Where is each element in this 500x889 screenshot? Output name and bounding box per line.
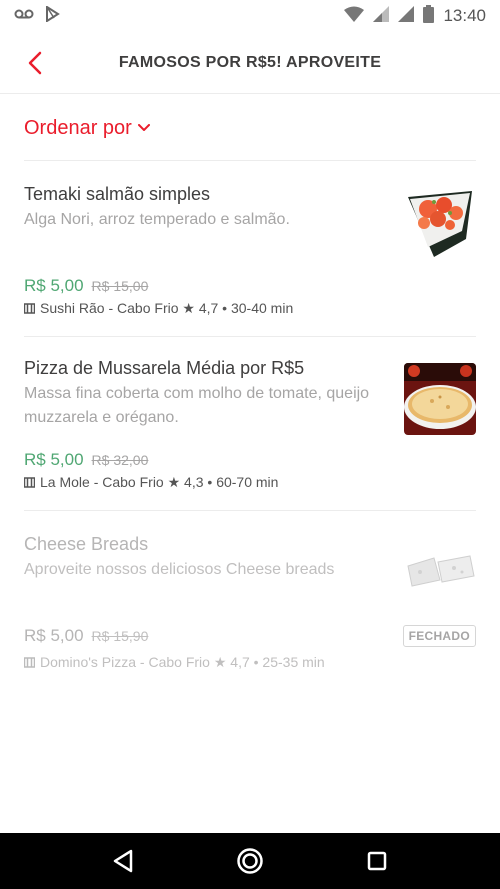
circle-home-icon	[237, 848, 263, 874]
store-info: La Mole - Cabo Frio ★ 4,3 • 60-70 min	[24, 474, 278, 491]
store-text: Domino's Pizza - Cabo Frio ★ 4,7 • 25-35…	[40, 654, 325, 670]
wifi-icon	[344, 6, 365, 27]
page-title: FAMOSOS POR R$5! APROVEITE	[118, 53, 382, 71]
app-header: FAMOSOS POR R$5! APROVEITE	[0, 32, 500, 94]
price-row: R$ 5,00 R$ 15,00	[24, 276, 148, 296]
list-item[interactable]: Cheese Breads Aproveite nossos delicioso…	[24, 532, 476, 682]
store-icon	[24, 303, 35, 314]
item-price: R$ 5,00	[24, 626, 84, 645]
item-image	[404, 536, 476, 608]
store-icon	[24, 477, 35, 488]
signal-icon-2	[398, 5, 415, 27]
nav-recents-button[interactable]	[357, 841, 397, 881]
voicemail-icon	[14, 7, 34, 25]
item-description: Massa fina coberta com molho de tomate, …	[24, 385, 370, 426]
signal-icon-1	[373, 5, 390, 27]
battery-icon	[423, 4, 435, 28]
play-store-icon	[44, 4, 60, 27]
chevron-left-icon	[28, 51, 42, 75]
divider	[24, 336, 476, 337]
back-button[interactable]	[18, 46, 52, 80]
item-price: R$ 5,00	[24, 276, 84, 295]
price-row: R$ 5,00 R$ 32,00	[24, 450, 148, 470]
square-recents-icon	[367, 851, 386, 871]
item-old-price: R$ 15,90	[91, 628, 149, 644]
store-info: Sushi Rão - Cabo Frio ★ 4,7 • 30-40 min	[24, 300, 293, 317]
store-text: Sushi Rão - Cabo Frio ★ 4,7 • 30-40 min	[40, 300, 294, 316]
triangle-back-icon	[114, 849, 133, 873]
item-old-price: R$ 32,00	[91, 452, 149, 468]
item-old-price: R$ 15,00	[91, 278, 149, 294]
item-price: R$ 5,00	[24, 450, 84, 469]
nav-home-button[interactable]	[230, 841, 270, 881]
item-description: Aproveite nossos deliciosos Cheese bread…	[24, 561, 335, 578]
nav-back-button[interactable]	[103, 841, 143, 881]
status-bar: 13:40	[0, 0, 500, 32]
system-nav-bar	[0, 833, 500, 889]
store-info: Domino's Pizza - Cabo Frio ★ 4,7 • 25-35…	[24, 654, 325, 671]
item-image	[404, 363, 476, 435]
divider	[24, 510, 476, 511]
store-icon	[24, 657, 35, 668]
list-item[interactable]: Temaki salmão simples Alga Nori, arroz t…	[24, 182, 476, 337]
status-badge: FECHADO	[402, 625, 476, 647]
list-item[interactable]: Pizza de Mussarela Média por R$5 Massa f…	[24, 356, 476, 511]
chevron-down-icon	[137, 124, 150, 131]
price-row: R$ 5,00 R$ 15,90	[24, 626, 148, 646]
sort-label: Ordenar por	[24, 116, 132, 139]
item-image	[404, 187, 476, 259]
sort-dropdown[interactable]: Ordenar por	[24, 110, 150, 146]
item-description: Alga Nori, arroz temperado e salmão.	[24, 211, 290, 228]
divider	[24, 160, 476, 161]
store-text: La Mole - Cabo Frio ★ 4,3 • 60-70 min	[40, 474, 279, 490]
clock: 13:40	[443, 6, 486, 25]
